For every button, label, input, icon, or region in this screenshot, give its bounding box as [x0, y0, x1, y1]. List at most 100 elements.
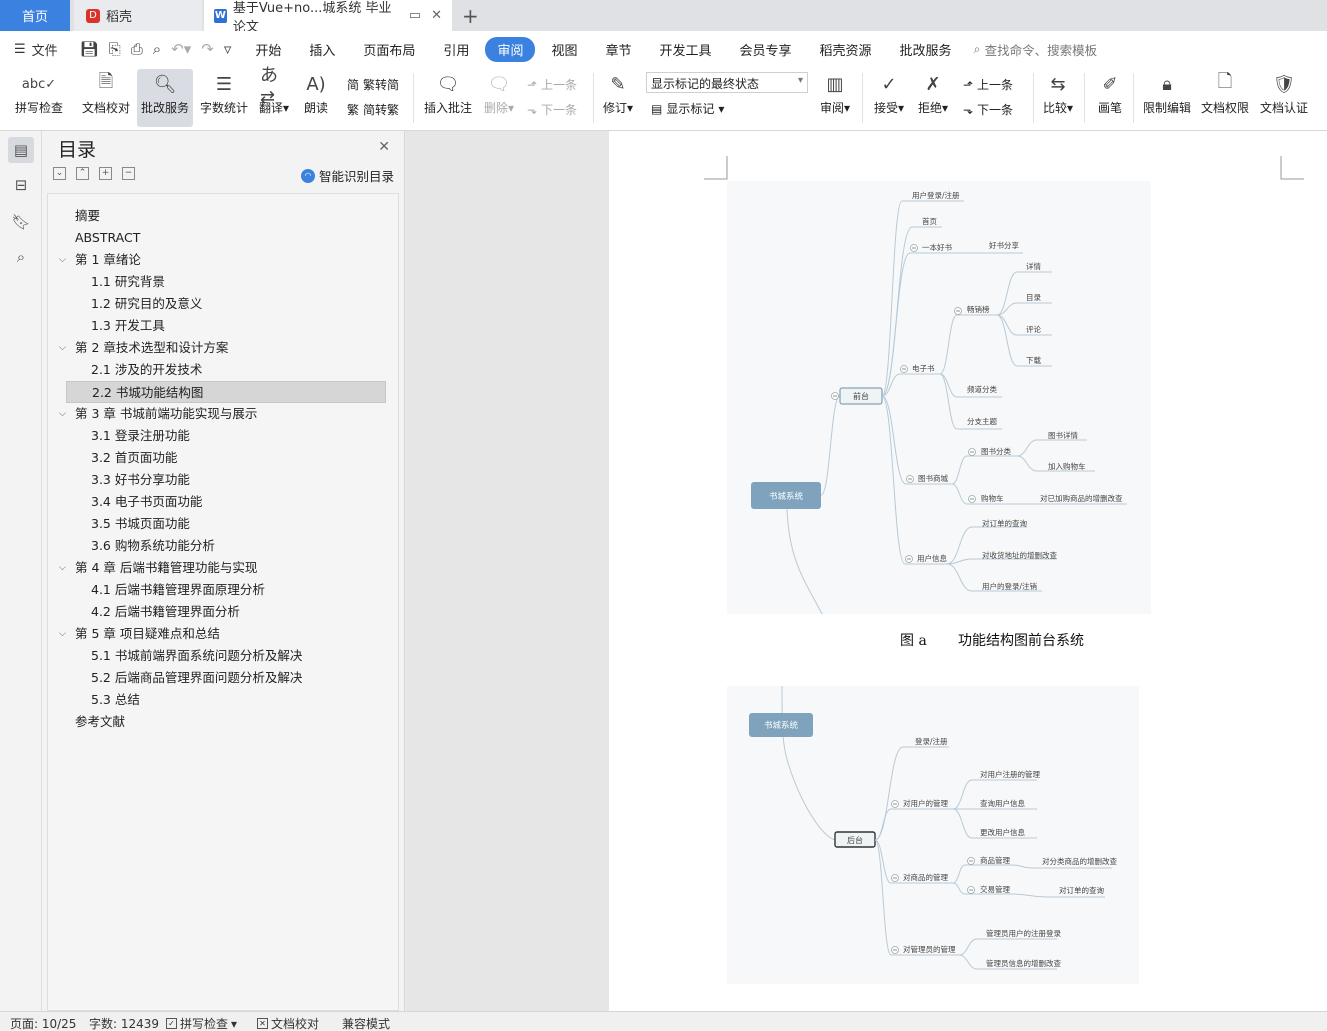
new-tab-plus-icon[interactable]: +	[462, 4, 479, 28]
toc-item[interactable]: 3.6 购物系统功能分析	[48, 535, 388, 557]
spell-check-button[interactable]: abc✓ 拼写检查	[8, 69, 70, 127]
menu-tab[interactable]: 审阅	[485, 36, 536, 62]
expand-all-icon[interactable]: ⌄	[53, 167, 66, 180]
toc-item[interactable]: 3.1 登录注册功能	[48, 425, 388, 447]
delete-comment-button[interactable]: 🗨︎ 删除▾	[480, 69, 518, 127]
prev-change-button[interactable]: ⬏ 上一条	[963, 76, 1013, 93]
toc-item[interactable]: 4.2 后端书籍管理界面分析	[48, 601, 388, 623]
menu-tab[interactable]: 稻壳资源	[808, 37, 884, 62]
chapter-nav-icon[interactable]: ⊟	[8, 172, 34, 198]
toc-item[interactable]: 1.1 研究背景	[48, 271, 388, 293]
ribbon-divider	[1033, 73, 1034, 123]
trad-to-simp-button[interactable]: 简繁转简	[347, 76, 399, 93]
toc-item[interactable]: 4.1 后端书籍管理界面原理分析	[48, 579, 388, 601]
next-change-button[interactable]: ⬎ 下一条	[963, 101, 1013, 118]
doc-proof-button[interactable]: 🗎︎ 文档校对	[78, 69, 134, 127]
menu-tab[interactable]: 页面布局	[351, 37, 427, 62]
search-icon[interactable]: ⌕	[8, 244, 34, 270]
toc-item[interactable]: 3.4 电子书页面功能	[48, 491, 388, 513]
save-icon[interactable]: 💾︎	[80, 40, 99, 58]
command-search[interactable]: ⌕ 查找命令、搜索模板	[974, 40, 1098, 59]
menu-tab[interactable]: 会员专享	[728, 37, 804, 62]
toc-item[interactable]: 1.2 研究目的及意义	[48, 293, 388, 315]
collapse-all-icon[interactable]: ⌃	[76, 167, 89, 180]
remove-heading-icon[interactable]: −	[122, 167, 135, 180]
translate-button[interactable]: あ⇄ 翻译▾	[255, 65, 293, 127]
spell-check-icon: abc✓	[21, 76, 57, 92]
redo-icon[interactable]: ↷	[201, 40, 214, 58]
toc-item[interactable]: 5.2 后端商品管理界面问题分析及解决	[48, 667, 388, 689]
add-heading-icon[interactable]: +	[99, 167, 112, 180]
chevron-down-icon[interactable]: ⌵	[59, 623, 66, 645]
toc-item[interactable]: 2.2 书城功能结构图	[66, 381, 386, 403]
tab-daoke[interactable]: D 稻壳	[74, 0, 202, 31]
page-indicator[interactable]: 页面: 10/25	[10, 1015, 76, 1031]
pen-button[interactable]: ✐ 画笔	[1092, 69, 1128, 127]
next-comment-button[interactable]: ⬎ 下一条	[527, 101, 577, 118]
smart-toc-button[interactable]: ◠ 智能识别目录	[300, 166, 394, 185]
word-count-indicator[interactable]: 字数: 12439	[89, 1015, 159, 1031]
prev-comment-button[interactable]: ⬏ 上一条	[527, 76, 577, 93]
mindmap-branch	[881, 373, 901, 397]
restrict-edit-button[interactable]: 🔒︎ 限制编辑	[1141, 69, 1193, 127]
toc-item[interactable]: 3.2 首页面功能	[48, 447, 388, 469]
tab-close-icon[interactable]: ✕	[431, 8, 442, 23]
menu-tab[interactable]: 开始	[243, 37, 293, 62]
customize-qa-icon[interactable]: ▿	[224, 40, 232, 58]
correction-service-button[interactable]: 🔍︎ 批改服务	[137, 69, 193, 127]
track-changes-button[interactable]: ✎ 修订▾	[600, 69, 636, 127]
mindmap-node-label: 好书分享	[989, 240, 1019, 250]
insert-comment-button[interactable]: 🗨︎ 插入批注	[420, 69, 476, 127]
close-icon[interactable]: ✕	[378, 139, 390, 155]
menu-tab[interactable]: 开发工具	[647, 37, 723, 62]
menu-tab[interactable]: 视图	[539, 37, 589, 62]
toc-item[interactable]: 摘要	[48, 205, 388, 227]
word-count-button[interactable]: ☰ 字数统计	[198, 69, 250, 127]
toc-item[interactable]: 5.3 总结	[48, 689, 388, 711]
markup-state-select[interactable]: 显示标记的最终状态	[646, 72, 808, 93]
undo-icon[interactable]: ↶▾	[171, 40, 191, 58]
status-doc-proof[interactable]: ✕ 文档校对	[257, 1015, 319, 1031]
menu-tab[interactable]: 引用	[431, 37, 481, 62]
toc-item[interactable]: ⌵ 第 5 章 项目疑难点和总结	[48, 623, 388, 645]
show-markup-button[interactable]: ▤ 显示标记 ▾	[651, 100, 724, 117]
toc-item[interactable]: ⌵ 第 1 章绪论	[48, 249, 388, 271]
bookmark-icon[interactable]: 🔖︎	[8, 209, 34, 235]
print-preview-icon[interactable]: ⌕	[153, 40, 161, 58]
print-icon[interactable]: ⎙	[131, 40, 143, 58]
toc-item[interactable]: 1.3 开发工具	[48, 315, 388, 337]
toc-item[interactable]: 参考文献	[48, 711, 388, 733]
reject-button[interactable]: ✗ 拒绝▾	[914, 69, 952, 127]
tab-home[interactable]: 首页	[0, 0, 70, 31]
menu-tab[interactable]: 批改服务	[888, 37, 964, 62]
chevron-down-icon[interactable]: ⌵	[59, 337, 66, 359]
mindmap-figure-frontend: 书城系统 前台 用户登录/注册 首页 一本好书 电子书 图书商城 用户信息 好书分享 畅销榜 频道分…	[727, 181, 1151, 615]
chevron-down-icon[interactable]: ⌵	[59, 403, 66, 425]
toc-item[interactable]: ⌵ 第 3 章 书城前端功能实现与展示	[48, 403, 388, 425]
review-pane-button[interactable]: ▥ 审阅▾	[815, 69, 855, 127]
toc-item[interactable]: 3.3 好书分享功能	[48, 469, 388, 491]
toc-item[interactable]: 3.5 书城页面功能	[48, 513, 388, 535]
toc-item[interactable]: 5.1 书城前端界面系统问题分析及解决	[48, 645, 388, 667]
mindmap-branch	[874, 808, 892, 841]
chevron-down-icon[interactable]: ⌵	[59, 557, 66, 579]
compare-button[interactable]: ⇆ 比较▾	[1038, 69, 1078, 127]
export-pdf-icon[interactable]: ⎘	[109, 40, 121, 58]
accept-button[interactable]: ✓ 接受▾	[870, 69, 908, 127]
toc-item[interactable]: ABSTRACT	[48, 227, 388, 249]
toc-item[interactable]: ⌵ 第 2 章技术选型和设计方案	[48, 337, 388, 359]
simp-to-trad-button[interactable]: 繁简转繁	[347, 101, 399, 118]
status-spell-check[interactable]: ✓ 拼写检查 ▾	[166, 1015, 237, 1031]
tab-document[interactable]: W 基于Vue+no...城系统 毕业论文 ▭ ✕	[204, 0, 452, 35]
toc-panel-icon[interactable]: ▤	[8, 137, 34, 163]
tab-float-icon[interactable]: ▭	[409, 8, 421, 23]
menu-tab[interactable]: 插入	[297, 37, 347, 62]
toc-item[interactable]: ⌵ 第 4 章 后端书籍管理功能与实现	[48, 557, 388, 579]
doc-permission-button[interactable]: 🗋︎ 文档权限	[1199, 69, 1251, 127]
chevron-down-icon[interactable]: ⌵	[59, 249, 66, 271]
toc-item[interactable]: 2.1 涉及的开发技术	[48, 359, 388, 381]
read-aloud-button[interactable]: A) 朗读	[298, 69, 334, 127]
menu-tab[interactable]: 章节	[593, 37, 643, 62]
doc-cert-button[interactable]: 🛡︎ 文档认证	[1258, 69, 1310, 127]
file-menu-button[interactable]: ☰ 文件	[0, 40, 70, 59]
